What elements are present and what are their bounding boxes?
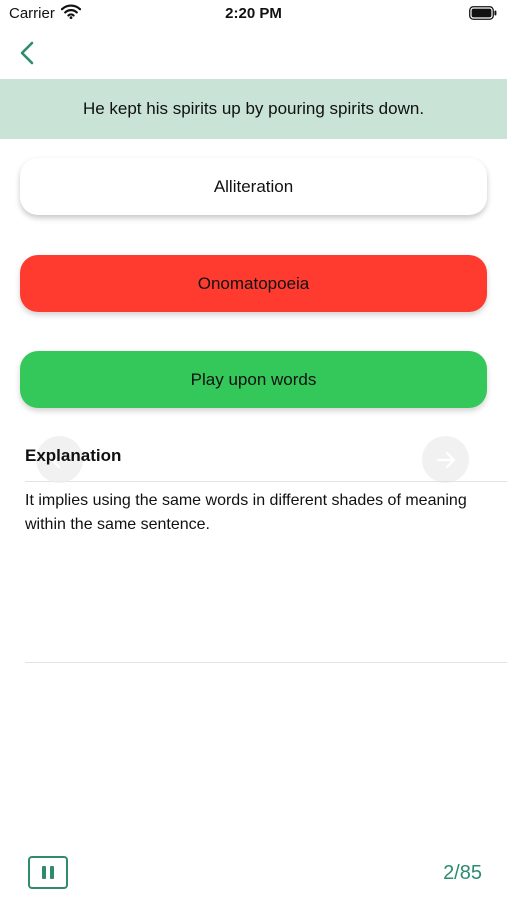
status-time: 2:20 PM [225, 5, 282, 22]
divider [25, 481, 507, 482]
divider [25, 662, 507, 663]
battery-icon [469, 6, 497, 25]
pause-icon [42, 866, 46, 879]
arrow-right-icon [436, 451, 455, 468]
question-banner: He kept his spirits up by pouring spirit… [0, 79, 507, 139]
answer-option-onomatopoeia[interactable]: Onomatopoeia [20, 255, 487, 312]
pause-button[interactable] [28, 856, 68, 889]
answer-option-play-upon-words[interactable]: Play upon words [20, 351, 487, 408]
question-text: He kept his spirits up by pouring spirit… [82, 99, 425, 118]
status-bar: Carrier 2:20 PM [0, 0, 507, 30]
pause-icon [50, 866, 54, 879]
explanation-text: It implies using the same words in diffe… [25, 492, 467, 533]
option-label: Onomatopoeia [197, 273, 310, 293]
back-button[interactable] [10, 36, 44, 70]
explanation-title: Explanation [25, 446, 122, 465]
answer-option-alliteration[interactable]: Alliteration [20, 158, 487, 215]
chevron-left-icon [20, 41, 34, 65]
progress-counter: 2/85 [443, 862, 482, 884]
option-label: Alliteration [213, 176, 294, 196]
option-label: Play upon words [190, 369, 317, 389]
next-question-button[interactable] [422, 436, 469, 483]
